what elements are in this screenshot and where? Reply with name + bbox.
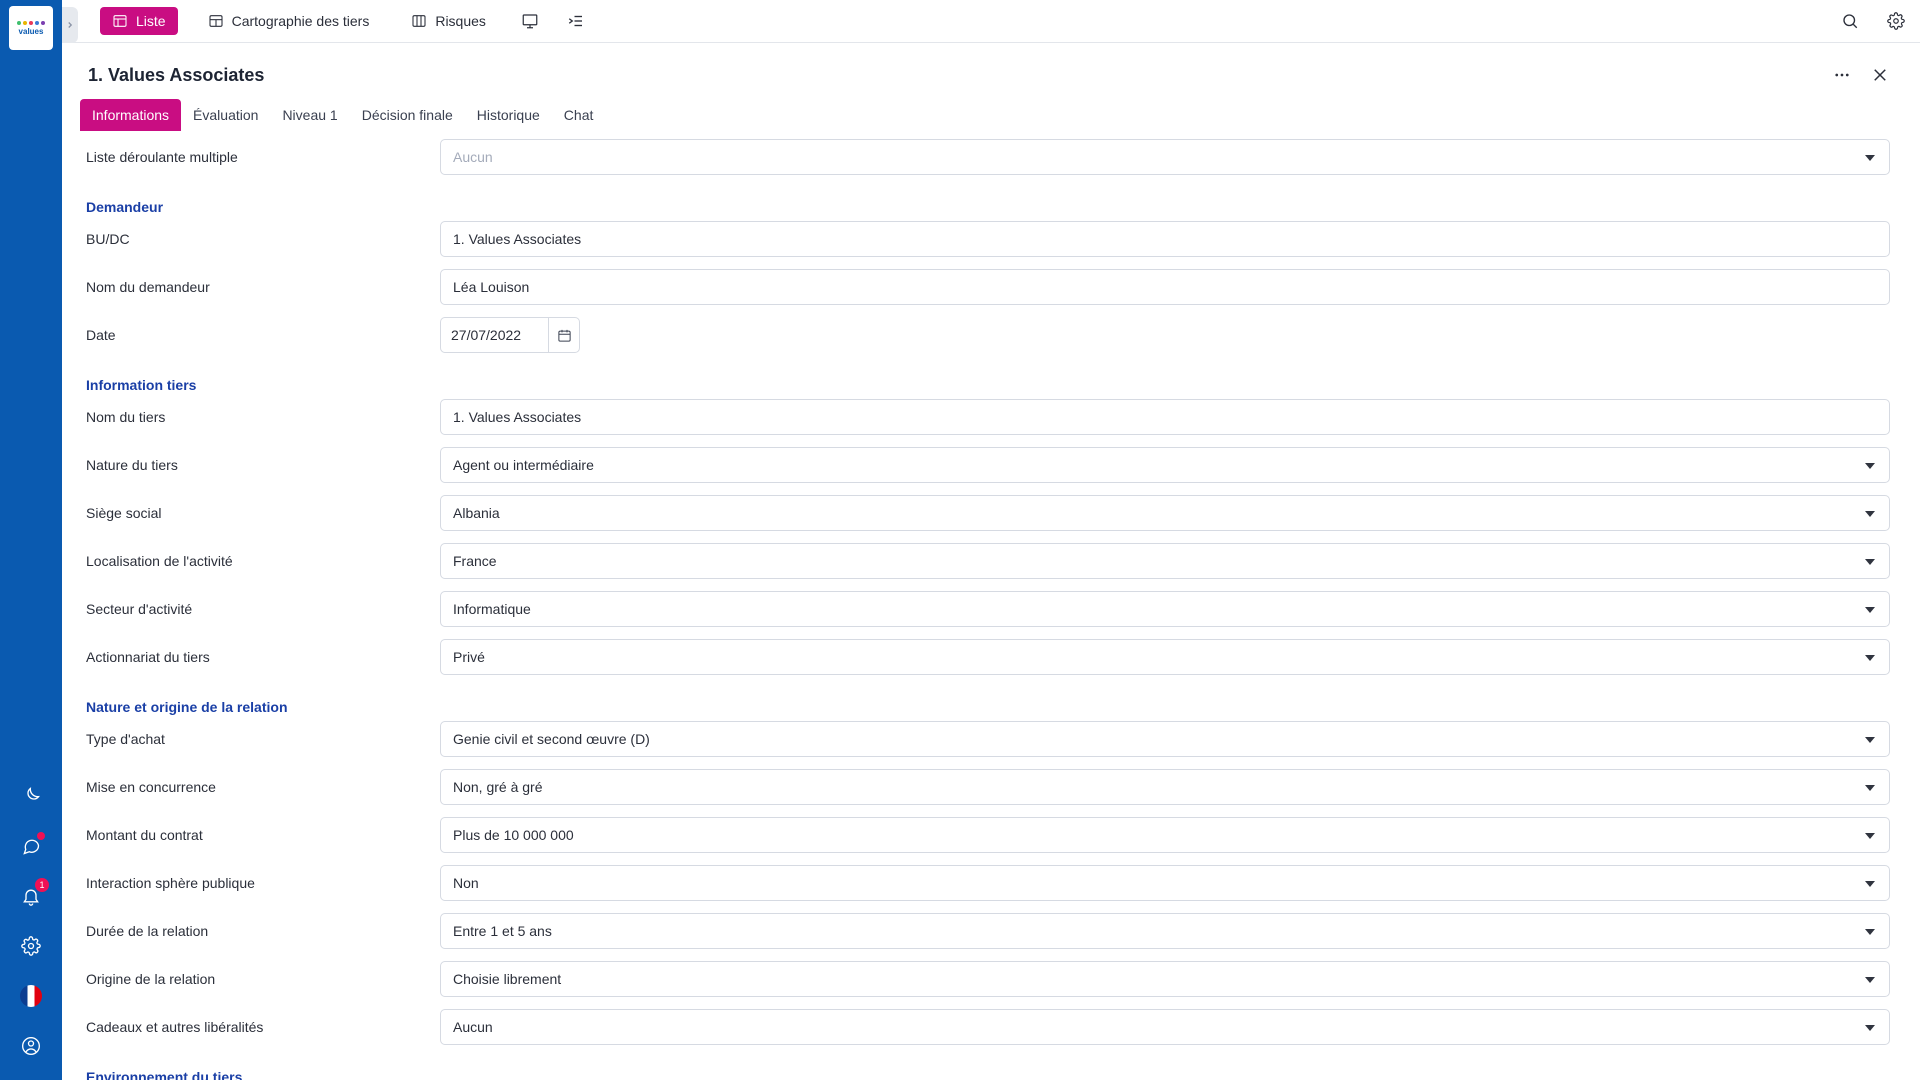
settings-sidebar-icon[interactable] [15,930,47,962]
tab-risques[interactable]: Risques [399,7,498,35]
form-tabs: Informations Évaluation Niveau 1 Décisio… [62,99,1920,131]
search-icon[interactable] [1836,7,1864,35]
select-localisation[interactable]: France [440,543,1890,579]
label-interaction: Interaction sphère publique [80,875,440,891]
present-icon[interactable] [516,7,544,35]
tab-decision-finale[interactable]: Décision finale [350,99,465,131]
section-info-tiers: Information tiers [80,365,1890,399]
select-concurrence[interactable]: Non, gré à gré [440,769,1890,805]
tab-liste[interactable]: Liste [100,7,178,35]
label-liste-deroulante: Liste déroulante multiple [80,149,440,165]
section-environnement: Environnement du tiers [80,1057,1890,1080]
label-secteur: Secteur d'activité [80,601,440,617]
select-duree[interactable]: Entre 1 et 5 ans [440,913,1890,949]
tab-chat[interactable]: Chat [552,99,606,131]
messages-icon[interactable] [15,830,47,862]
label-duree: Durée de la relation [80,923,440,939]
tab-cartographie-label: Cartographie des tiers [232,13,370,29]
tab-risques-label: Risques [435,13,486,29]
label-origine: Origine de la relation [80,971,440,987]
tab-liste-label: Liste [136,13,166,29]
settings-icon[interactable] [1882,7,1910,35]
date-picker-button[interactable] [548,317,580,353]
select-liste-deroulante[interactable]: Aucun [440,139,1890,175]
input-date[interactable]: 27/07/2022 [440,317,548,353]
more-options-icon[interactable] [1828,61,1856,89]
select-type-achat[interactable]: Genie civil et second œuvre (D) [440,721,1890,757]
select-interaction[interactable]: Non [440,865,1890,901]
queue-icon[interactable] [562,7,590,35]
page-header: 1. Values Associates [62,43,1920,99]
tab-informations[interactable]: Informations [80,99,181,131]
top-toolbar: Liste Cartographie des tiers Risques [62,0,1920,43]
input-bu-dc[interactable]: 1. Values Associates [440,221,1890,257]
input-nom-demandeur[interactable]: Léa Louison [440,269,1890,305]
select-montant[interactable]: Plus de 10 000 000 [440,817,1890,853]
select-siege[interactable]: Albania [440,495,1890,531]
label-nom-tiers: Nom du tiers [80,409,440,425]
label-siege: Siège social [80,505,440,521]
label-bu-dc: BU/DC [80,231,440,247]
user-account-icon[interactable] [15,1030,47,1062]
left-sidebar: values 1 [0,0,62,1080]
input-nom-tiers[interactable]: 1. Values Associates [440,399,1890,435]
label-date: Date [80,327,440,343]
select-origine[interactable]: Choisie librement [440,961,1890,997]
dark-mode-toggle[interactable] [15,780,47,812]
close-icon[interactable] [1866,61,1894,89]
notifications-icon[interactable]: 1 [15,880,47,912]
select-secteur[interactable]: Informatique [440,591,1890,627]
select-cadeaux[interactable]: Aucun [440,1009,1890,1045]
sidebar-expand-toggle[interactable] [62,7,78,43]
section-demandeur: Demandeur [80,187,1890,221]
language-flag-fr[interactable] [15,980,47,1012]
page-title: 1. Values Associates [88,65,264,86]
tab-historique[interactable]: Historique [465,99,552,131]
label-type-achat: Type d'achat [80,731,440,747]
brand-logo[interactable]: values [9,6,53,50]
tab-evaluation[interactable]: Évaluation [181,99,270,131]
label-nature-tiers: Nature du tiers [80,457,440,473]
label-montant: Montant du contrat [80,827,440,843]
form-body: Liste déroulante multiple Aucun Demandeu… [62,131,1920,1080]
select-nature-tiers[interactable]: Agent ou intermédiaire [440,447,1890,483]
tab-cartographie[interactable]: Cartographie des tiers [196,7,382,35]
section-nature-relation: Nature et origine de la relation [80,687,1890,721]
messages-badge [37,832,45,840]
notifications-badge: 1 [35,878,49,892]
tab-niveau1[interactable]: Niveau 1 [270,99,349,131]
label-nom-demandeur: Nom du demandeur [80,279,440,295]
select-actionnariat[interactable]: Privé [440,639,1890,675]
label-concurrence: Mise en concurrence [80,779,440,795]
label-localisation: Localisation de l'activité [80,553,440,569]
label-actionnariat: Actionnariat du tiers [80,649,440,665]
label-cadeaux: Cadeaux et autres libéralités [80,1019,440,1035]
